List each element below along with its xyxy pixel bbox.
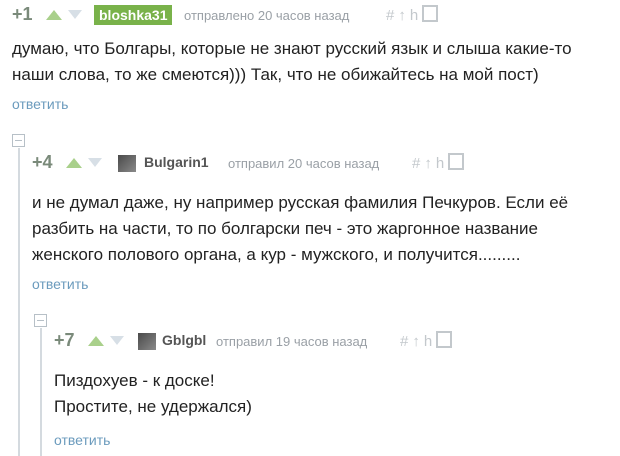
comment-header: +1 bloshka31 отправлено 20 часов назад #…	[0, 0, 620, 32]
downvote-arrow-icon[interactable]	[110, 336, 124, 345]
avatar	[118, 155, 136, 172]
comment-header: +4 Bulgarin1 отправил 20 часов назад #↑h	[20, 148, 620, 180]
up-arrow-icon[interactable]: ↑	[424, 155, 436, 172]
hash-icon[interactable]: #	[400, 333, 412, 350]
author-link[interactable]: Gblgbl	[162, 332, 206, 348]
up-arrow-icon[interactable]: ↑	[412, 333, 424, 350]
avatar	[138, 333, 156, 350]
upvote-arrow-icon[interactable]	[46, 10, 62, 20]
hash-icon[interactable]: #	[412, 155, 424, 172]
hash-icon[interactable]: #	[386, 7, 398, 24]
comment-rating: +7	[54, 330, 75, 350]
author-link[interactable]: bloshka31	[94, 5, 173, 25]
collapse-icon[interactable]	[12, 134, 25, 147]
comment-tools: #↑h	[412, 153, 465, 172]
comment-rating: +4	[32, 152, 53, 172]
reply-link[interactable]: ответить	[32, 276, 88, 292]
comment-timestamp[interactable]: отправил 19 часов назад	[216, 334, 367, 349]
branch-icon[interactable]: h	[424, 333, 436, 350]
upvote-arrow-icon[interactable]	[88, 336, 104, 346]
comment-tools: #↑h	[400, 331, 453, 350]
comment-timestamp[interactable]: отправлено 20 часов назад	[184, 8, 349, 23]
comment: +1 bloshka31 отправлено 20 часов назад #…	[0, 0, 620, 112]
downvote-arrow-icon[interactable]	[88, 158, 102, 167]
up-arrow-icon[interactable]: ↑	[398, 7, 410, 24]
branch-icon[interactable]: h	[436, 155, 448, 172]
comment-timestamp[interactable]: отправил 20 часов назад	[228, 156, 379, 171]
save-icon[interactable]	[448, 153, 465, 170]
thread-line	[18, 148, 20, 456]
reply-link[interactable]: ответить	[54, 432, 110, 448]
branch-icon[interactable]: h	[410, 7, 422, 24]
comment: +7 Gblgbl отправил 19 часов назад #↑h Пи…	[42, 326, 620, 448]
comment-text: Пиздохуев - к доске! Простите, не удержа…	[54, 368, 594, 420]
upvote-arrow-icon[interactable]	[66, 158, 82, 168]
comment-header: +7 Gblgbl отправил 19 часов назад #↑h	[42, 326, 620, 358]
comment-text-line: Простите, не удержался)	[54, 397, 252, 416]
save-icon[interactable]	[422, 5, 439, 22]
comment-text: думаю, что Болгары, которые не знают рус…	[12, 39, 572, 84]
comment-text-line: Пиздохуев - к доске!	[54, 371, 215, 390]
comment-text: и не думал даже, ну например русская фам…	[32, 193, 569, 264]
downvote-arrow-icon[interactable]	[68, 10, 82, 19]
author-link[interactable]: Bulgarin1	[144, 154, 209, 170]
comment-rating: +1	[12, 4, 33, 24]
save-icon[interactable]	[436, 331, 453, 348]
comment-tools: #↑h	[386, 5, 439, 24]
comment: +4 Bulgarin1 отправил 20 часов назад #↑h…	[20, 148, 620, 292]
reply-link[interactable]: ответить	[12, 96, 68, 112]
